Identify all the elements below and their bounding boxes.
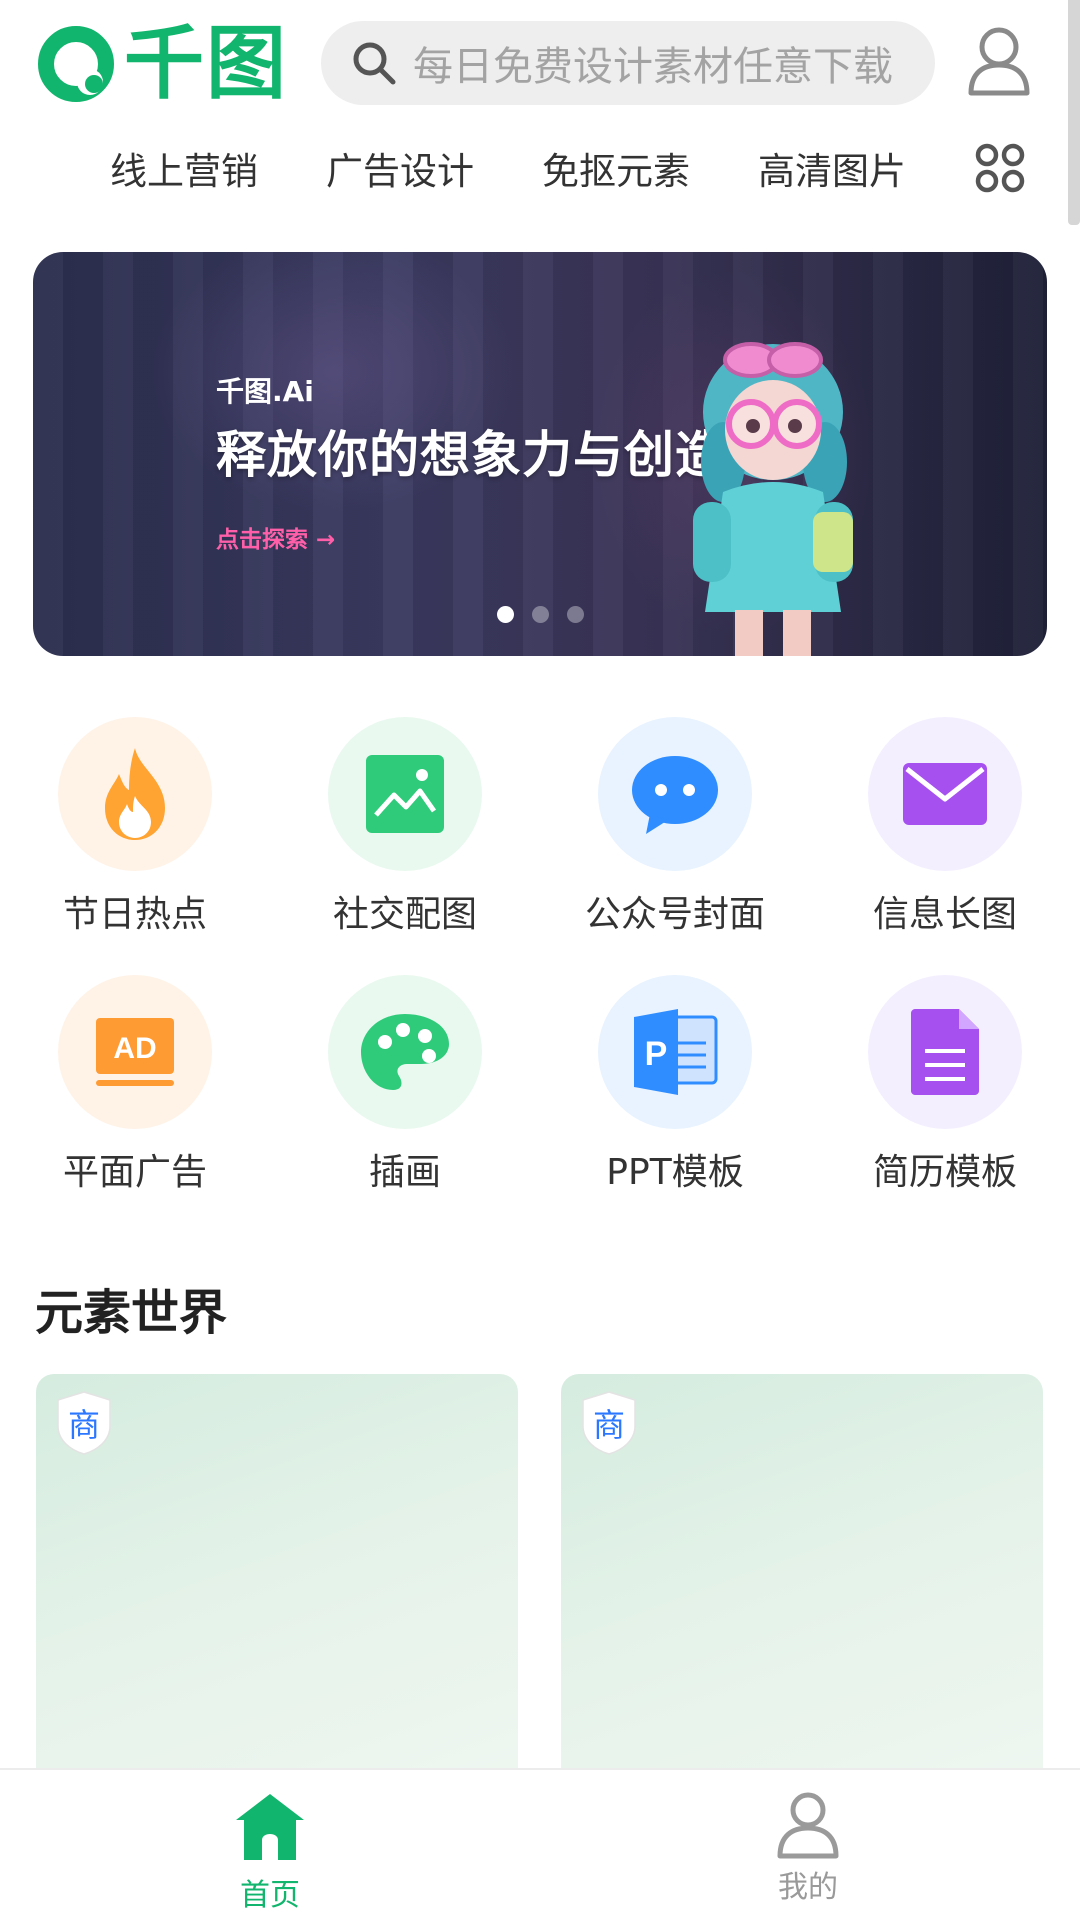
banner-cta[interactable]: 点击探索 → [216,520,335,554]
category-wechat-cover[interactable]: 公众号封面 [555,717,795,957]
svg-text:AD: AD [113,1032,156,1065]
category-icon-bg [328,975,482,1129]
tab-ad-design[interactable]: 广告设计 [326,140,474,204]
category-illustration[interactable]: 插画 [285,975,525,1215]
category-icon-bg: AD [58,975,212,1129]
fire-icon [105,748,165,840]
document-icon [911,1009,979,1095]
tabs-track: 线上营销 广告设计 免抠元素 高清图片 P [110,140,940,204]
home-icon [236,1794,304,1860]
tab-hd-images[interactable]: 高清图片 [758,140,906,204]
carousel-dots [33,606,1047,626]
carousel-dot-2[interactable] [531,606,549,623]
svg-text:P: P [645,1035,668,1073]
category-icon-bg [868,717,1022,871]
category-label: 社交配图 [332,894,477,935]
nav-home-label: 首页 [240,1878,300,1913]
category-label: 平面广告 [62,1152,207,1193]
search-bar[interactable]: 每日免费设计素材任意下载 [321,21,935,105]
section-title: 元素世界 [35,1285,228,1341]
chat-bubble-icon [632,756,718,834]
logo[interactable]: 千图 [36,22,290,106]
category-ppt-template[interactable]: P PPT模板 [555,975,795,1215]
category-icon-bg [328,717,482,871]
commercial-badge: 商 [56,1390,112,1456]
category-resume-template[interactable]: 简历模板 [825,975,1065,1215]
category-print-ad[interactable]: AD 平面广告 [15,975,255,1215]
ad-icon: AD [96,1018,174,1086]
tabs-fade [930,140,980,204]
grid-menu-icon[interactable] [974,142,1026,194]
carousel-dot-3[interactable] [566,606,584,623]
category-label: PPT模板 [606,1152,744,1193]
nav-home[interactable]: 首页 [170,1770,370,1920]
category-label: 简历模板 [872,1152,1017,1193]
search-icon [353,42,396,85]
commercial-badge: 商 [581,1390,637,1456]
category-icon-bg [58,717,212,871]
category-icon-bg [598,717,752,871]
category-label: 节日热点 [62,894,207,935]
nav-profile-label: 我的 [778,1870,838,1905]
category-social-images[interactable]: 社交配图 [285,717,525,957]
category-icon-bg: P [598,975,752,1129]
palette-icon [361,1014,449,1090]
category-icon-bg [868,975,1022,1129]
image-icon [366,755,444,833]
carousel-dot-1[interactable] [496,606,514,623]
search-placeholder: 每日免费设计素材任意下载 [413,44,893,90]
nav-profile[interactable]: 我的 [708,1770,908,1920]
logo-mark-icon [38,26,114,102]
category-label: 公众号封面 [584,894,765,935]
mail-icon [903,763,987,825]
profile-icon [777,1792,839,1859]
category-label: 插画 [368,1152,441,1193]
tab-cutout-elements[interactable]: 免抠元素 [542,140,690,204]
header: 千图 每日免费设计素材任意下载 [0,0,1080,130]
bottom-nav: 首页 我的 [0,1768,1080,1920]
banner-brand: 千图.Ai [216,375,314,408]
user-icon[interactable] [965,25,1033,97]
app-page: 千图 每日免费设计素材任意下载 线上营销 广告设计 免抠元素 高清图片 P [0,0,1080,1920]
category-long-infographic[interactable]: 信息长图 [825,717,1065,957]
logo-text: 千图 [124,17,288,110]
category-tabs: 线上营销 广告设计 免抠元素 高清图片 P [0,140,1080,204]
element-card[interactable]: 商 [36,1374,518,1774]
category-label: 信息长图 [872,894,1017,935]
category-holiday-hotspot[interactable]: 节日热点 [15,717,255,957]
badge-label: 商 [592,1406,625,1444]
element-card[interactable]: 商 [561,1374,1043,1774]
ppt-icon: P [634,1009,718,1095]
badge-label: 商 [67,1406,100,1444]
tab-online-marketing[interactable]: 线上营销 [110,140,258,204]
promo-banner[interactable]: 千图.Ai 释放你的想象力与创造力 点击探索 → [33,252,1047,656]
